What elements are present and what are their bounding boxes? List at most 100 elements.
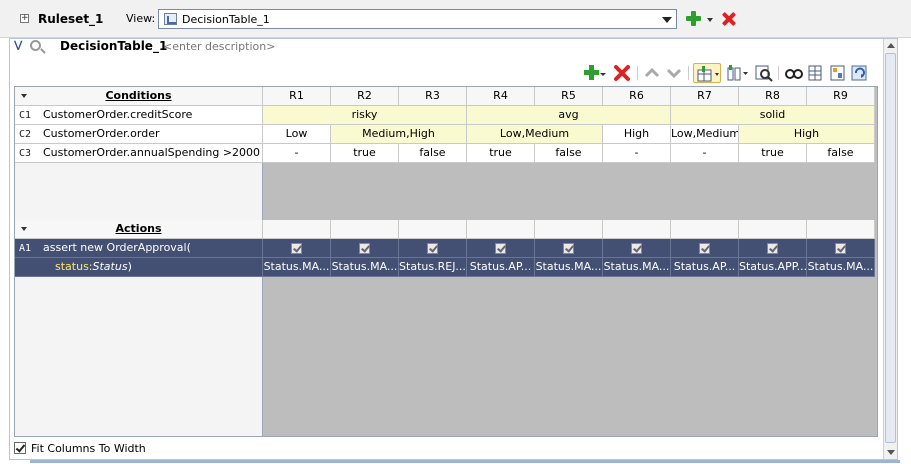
rule-column-header[interactable]: R7 [671,87,739,106]
rule-column-header[interactable]: R4 [467,87,535,106]
conditions-header[interactable]: Conditions [15,87,263,106]
action-row-label[interactable]: A1 assert new OrderApproval( [15,239,263,258]
condition-cell[interactable]: - [263,144,331,163]
rule-column-header[interactable]: R2 [331,87,399,106]
conflict-icon[interactable] [806,63,826,83]
condition-cell[interactable]: Low [263,125,331,144]
action-checkbox-cell[interactable] [739,239,807,258]
scroll-thumb[interactable] [885,53,896,443]
merge-cells-icon[interactable] [693,63,721,83]
collapse-chevron-icon[interactable]: ⋁ [14,40,22,51]
action-value-cell[interactable]: Status.AP... [467,258,535,277]
vertical-scrollbar[interactable] [883,39,897,459]
checkbox-icon[interactable] [631,243,642,254]
decision-table-icon [164,13,177,25]
condition-cell[interactable]: - [671,144,739,163]
param-name: status: [55,260,93,273]
move-up-icon[interactable] [642,63,662,83]
compact-table-icon[interactable] [828,63,848,83]
checkbox-icon[interactable] [495,243,506,254]
move-down-icon[interactable] [664,63,684,83]
condition-cell[interactable]: true [331,144,399,163]
action-value-cell[interactable]: Status.AP... [671,258,739,277]
action-checkbox-cell[interactable] [467,239,535,258]
checkbox-icon[interactable] [359,243,370,254]
action-expression: assert new OrderApproval( [43,241,191,254]
add-menu-arrow-icon[interactable] [599,63,607,83]
condition-row-label[interactable]: C3 CustomerOrder.annualSpending >2000 [15,144,263,163]
condition-cell[interactable]: Low,Medium [671,125,739,144]
delete-x-icon[interactable] [612,63,632,83]
condition-cell[interactable]: solid [671,106,875,125]
actions-header[interactable]: Actions [15,220,263,239]
rule-column-header[interactable]: R6 [603,87,671,106]
condition-expression: CustomerOrder.annualSpending >2000 [43,146,261,159]
condition-cell[interactable]: false [535,144,603,163]
action-checkbox-cell[interactable] [263,239,331,258]
condition-cell[interactable]: true [467,144,535,163]
checkbox-icon[interactable] [835,243,846,254]
scroll-up-icon[interactable] [887,43,895,48]
fit-columns-label[interactable]: Fit Columns To Width [31,442,146,455]
condition-row-label[interactable]: C1 CustomerOrder.creditScore [15,106,263,125]
action-value-cell[interactable]: Status.REJ... [399,258,467,277]
checkbox-icon[interactable] [427,243,438,254]
rule-column-header[interactable]: R1 [263,87,331,106]
view-label: View: [126,12,156,25]
condition-cell[interactable]: - [603,144,671,163]
condition-cell[interactable]: avg [467,106,671,125]
find-icon[interactable] [754,63,774,83]
action-value-cell[interactable]: Status.MA... [331,258,399,277]
gap-analysis-icon[interactable] [784,63,804,83]
expand-ruleset-toggle[interactable]: + [20,14,29,23]
condition-cell[interactable]: High [739,125,875,144]
action-column-header [399,220,467,239]
action-checkbox-cell[interactable] [807,239,875,258]
rule-column-header[interactable]: R3 [399,87,467,106]
action-value-cell[interactable]: Status.MA... [807,258,875,277]
checkbox-icon[interactable] [291,243,302,254]
condition-cell[interactable]: risky [263,106,467,125]
action-value-cell[interactable]: Status.MA... [535,258,603,277]
refresh-icon[interactable] [850,63,870,83]
condition-cell[interactable]: High [603,125,671,144]
rule-column-header[interactable]: R8 [739,87,807,106]
conditions-header-label: Conditions [105,89,172,102]
add-menu-arrow-icon[interactable] [707,18,713,22]
checkbox-icon[interactable] [767,243,778,254]
dropdown-arrow-icon[interactable] [662,17,672,23]
checkbox-icon[interactable] [699,243,710,254]
action-checkbox-cell[interactable] [671,239,739,258]
section-menu-arrow-icon[interactable] [21,227,27,231]
condition-cell[interactable]: true [739,144,807,163]
section-menu-arrow-icon[interactable] [21,94,27,98]
fit-columns-checkbox[interactable] [14,442,26,454]
action-column-header [535,220,603,239]
action-column-header [263,220,331,239]
action-value-cell[interactable]: Status.MA... [263,258,331,277]
table-toolbar [580,61,882,85]
action-checkbox-cell[interactable] [535,239,603,258]
rule-column-header[interactable]: R5 [535,87,603,106]
split-cells-icon[interactable] [726,63,750,83]
rule-column-header[interactable]: R9 [807,87,875,106]
action-checkbox-cell[interactable] [399,239,467,258]
condition-cell[interactable]: Medium,High [331,125,467,144]
action-column-header [467,220,535,239]
description-field[interactable]: <enter description> [163,40,275,53]
action-value-cell[interactable]: Status.APP... [739,258,807,277]
condition-cell[interactable]: Low,Medium [467,125,603,144]
condition-cell[interactable]: false [399,144,467,163]
action-checkbox-cell[interactable] [603,239,671,258]
delete-x-icon[interactable] [722,12,736,26]
checkbox-icon[interactable] [563,243,574,254]
action-value-cell[interactable]: Status.MA... [603,258,671,277]
view-dropdown[interactable]: DecisionTable_1 [158,9,677,29]
scroll-down-icon[interactable] [887,450,895,455]
action-param-label[interactable]: status:Status) [15,258,263,277]
condition-row-label[interactable]: C2 CustomerOrder.order [15,125,263,144]
condition-cell[interactable]: false [807,144,875,163]
add-rule-plus-icon[interactable] [686,11,701,26]
action-column-header [739,220,807,239]
action-checkbox-cell[interactable] [331,239,399,258]
